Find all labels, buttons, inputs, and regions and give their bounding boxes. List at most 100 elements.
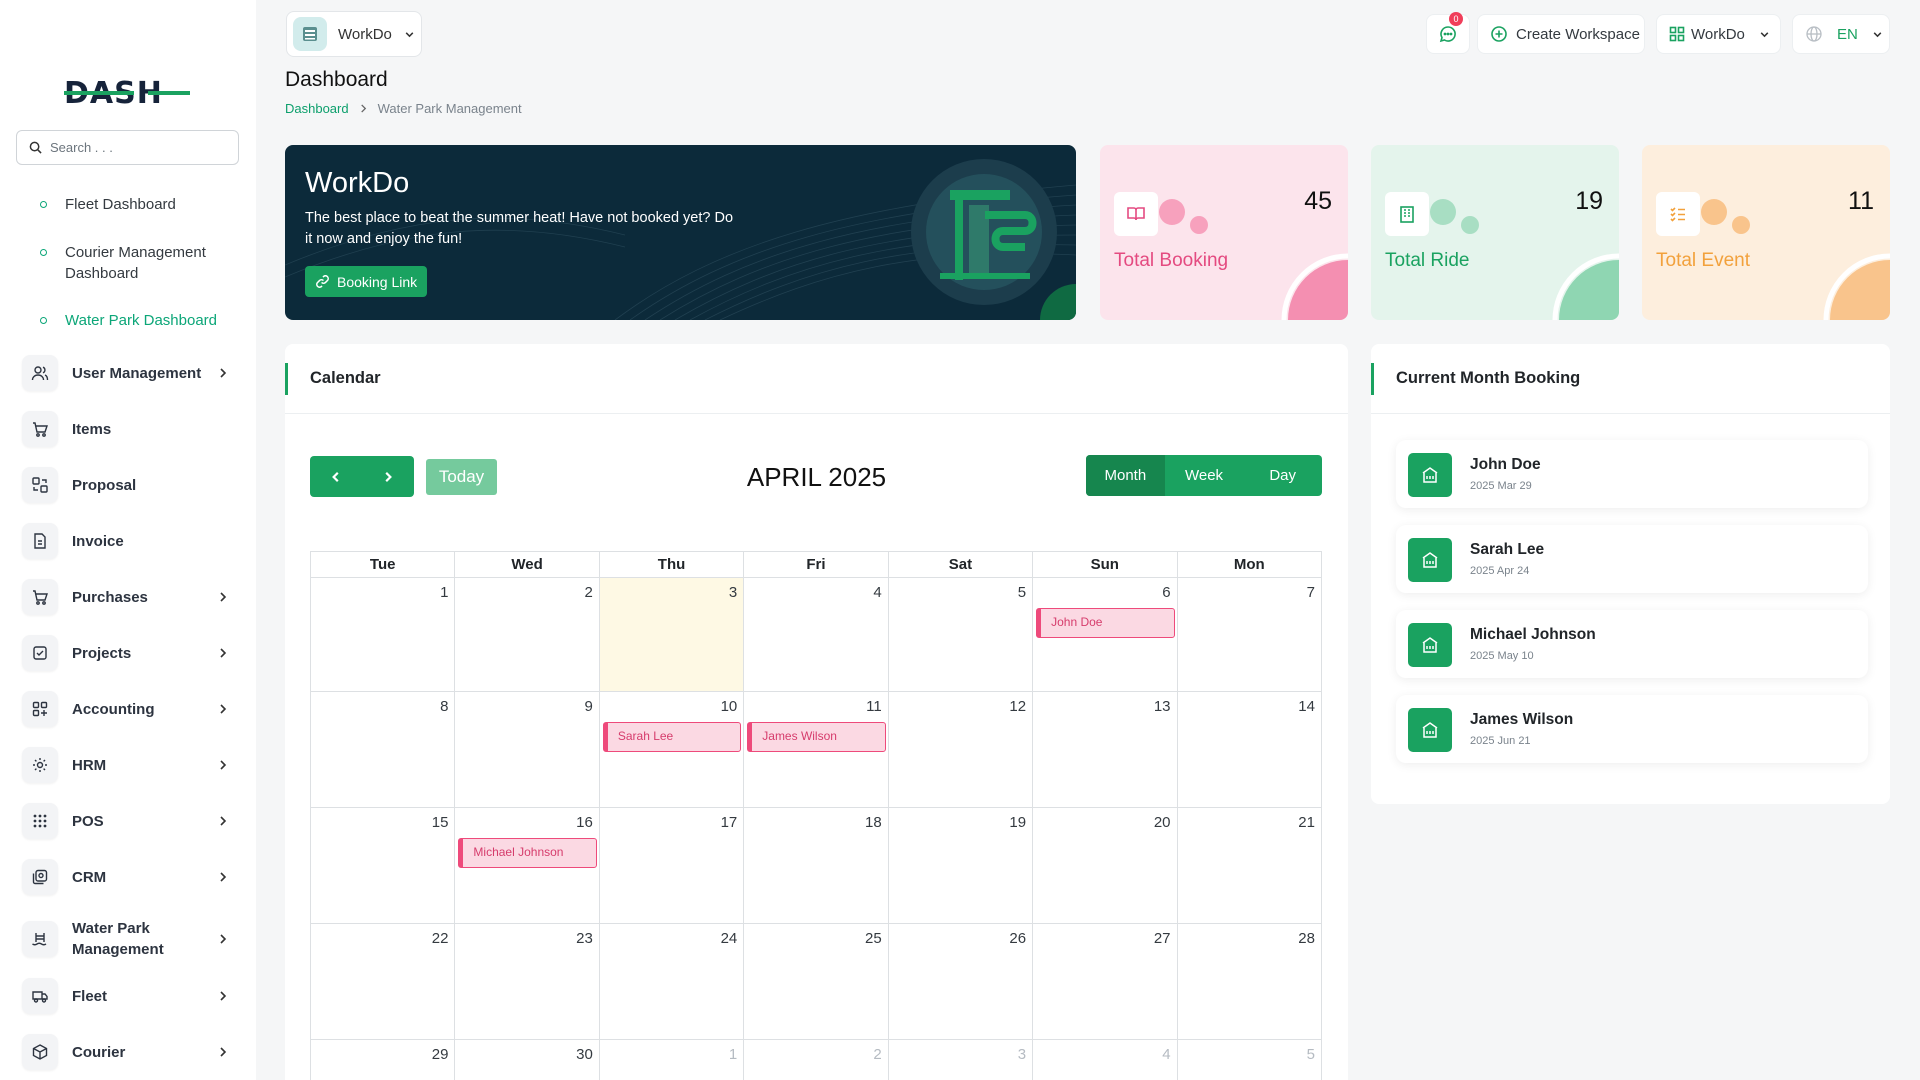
booking-item[interactable]: James Wilson 2025 Jun 21 xyxy=(1396,695,1868,763)
view-month-button[interactable]: Month xyxy=(1086,455,1165,496)
calendar-day[interactable]: 11 James Wilson xyxy=(744,692,889,808)
calendar-day[interactable]: 1 xyxy=(600,1040,745,1080)
calendar-day[interactable]: 18 xyxy=(744,808,889,924)
sidebar-item-proposal[interactable]: Proposal xyxy=(22,465,232,505)
chevron-right-icon xyxy=(385,471,392,482)
dash-logo[interactable]: DASH xyxy=(64,76,190,110)
sidebar-item-label: HRM xyxy=(72,756,107,774)
calendar-nav xyxy=(310,456,414,497)
calendar-day[interactable]: 24 xyxy=(599,924,745,1040)
language-selector[interactable]: EN xyxy=(1792,14,1890,54)
globe-icon xyxy=(1806,26,1822,42)
calendar-day[interactable]: 14 xyxy=(1177,692,1322,808)
calendar-day[interactable]: 10 Sarah Lee xyxy=(599,692,745,808)
calendar-day[interactable]: 25 xyxy=(744,924,889,1040)
sidebar-item-purchases[interactable]: Purchases xyxy=(22,577,232,617)
booking-item[interactable]: John Doe 2025 Mar 29 xyxy=(1396,440,1868,508)
stat-label: Total Booking xyxy=(1114,250,1229,271)
weekday-header: Wed xyxy=(455,552,600,578)
calendar-day[interactable]: 5 xyxy=(888,578,1034,692)
calendar-day[interactable]: 5 xyxy=(1178,1040,1322,1080)
sidebar-item-fleet[interactable]: Fleet xyxy=(22,976,232,1016)
calendar-day[interactable]: 21 xyxy=(1177,808,1322,924)
search-input[interactable] xyxy=(50,140,220,155)
sidebar-item-pos[interactable]: POS xyxy=(22,801,232,841)
list-icon xyxy=(1656,192,1700,236)
weekday-header: Sat xyxy=(888,552,1034,578)
calendar-event[interactable]: James Wilson xyxy=(747,722,886,752)
create-workspace-button[interactable]: Create Workspace xyxy=(1477,14,1645,54)
calendar-day[interactable]: 13 xyxy=(1033,692,1178,808)
sidebar-item-fleet-dashboard[interactable]: Fleet Dashboard xyxy=(40,194,245,215)
calendar-day[interactable]: 1 xyxy=(311,578,456,692)
calendar-day[interactable]: 2 xyxy=(455,578,600,692)
calendar-day[interactable]: 23 xyxy=(455,924,600,1040)
sidebar-search[interactable] xyxy=(16,130,239,165)
calendar-day[interactable]: 3 xyxy=(889,1040,1034,1080)
sidebar-item-invoice[interactable]: Invoice xyxy=(22,521,232,561)
messages-button[interactable]: 0 xyxy=(1426,12,1470,54)
day-number: 14 xyxy=(1298,698,1315,715)
calendar-day[interactable]: 16 Michael Johnson xyxy=(455,808,600,924)
sidebar-item-label: Accounting xyxy=(72,700,155,718)
day-number: 2 xyxy=(584,584,593,601)
calendar-day[interactable]: 26 xyxy=(888,924,1034,1040)
next-month-button[interactable] xyxy=(362,456,414,497)
calendar-day[interactable]: 29 xyxy=(311,1040,456,1080)
sidebar-item-crm[interactable]: CRM xyxy=(22,857,232,897)
bullet-icon xyxy=(40,201,47,208)
bookings-panel: Current Month Booking John Doe 2025 Mar … xyxy=(1371,344,1890,804)
sidebar-item-courier-dashboard[interactable]: Courier Management Dashboard xyxy=(40,242,245,284)
calendar-day[interactable]: 27 xyxy=(1033,924,1178,1040)
calendar-day[interactable]: 19 xyxy=(888,808,1034,924)
calendar-day[interactable]: 2 xyxy=(744,1040,889,1080)
chevron-down-icon xyxy=(1760,31,1769,37)
calendar-event[interactable]: Sarah Lee xyxy=(602,722,742,752)
calendar-day[interactable]: 4 xyxy=(744,578,889,692)
today-button[interactable]: Today xyxy=(426,459,497,495)
calendar-day[interactable]: 20 xyxy=(1033,808,1178,924)
booking-item[interactable]: Sarah Lee 2025 Apr 24 xyxy=(1396,525,1868,593)
booking-item[interactable]: Michael Johnson 2025 May 10 xyxy=(1396,610,1868,678)
calendar-day[interactable]: 22 xyxy=(311,924,456,1040)
sidebar-item-user-management[interactable]: User Management xyxy=(22,353,232,393)
calendar-day[interactable]: 8 xyxy=(311,692,456,808)
bookings-header: Current Month Booking xyxy=(1371,344,1890,414)
chevron-right-icon xyxy=(220,368,227,378)
calendar-event[interactable]: John Doe xyxy=(1036,608,1175,638)
calendar-day[interactable]: 7 xyxy=(1177,578,1322,692)
calendar-day[interactable]: 4 xyxy=(1033,1040,1178,1080)
day-number: 3 xyxy=(1017,1046,1027,1063)
calendar-day-today[interactable]: 3 xyxy=(599,578,745,692)
calendar-day[interactable]: 12 xyxy=(888,692,1034,808)
workspace-switcher[interactable]: WorkDo xyxy=(286,11,422,57)
calendar-day[interactable]: 30 xyxy=(455,1040,600,1080)
calendar-day[interactable]: 9 xyxy=(455,692,600,808)
chevron-right-icon xyxy=(220,872,227,882)
view-week-button[interactable]: Week xyxy=(1165,455,1244,496)
view-day-button[interactable]: Day xyxy=(1243,455,1322,496)
sidebar-item-hrm[interactable]: HRM xyxy=(22,745,232,785)
prev-month-button[interactable] xyxy=(310,456,362,497)
booking-link-button[interactable]: Booking Link xyxy=(305,266,428,297)
calendar-day[interactable]: 15 xyxy=(311,808,456,924)
sidebar-item-items[interactable]: Items xyxy=(22,409,232,449)
sidebar-item-water-park-management[interactable]: Water Park Management xyxy=(22,917,232,961)
breadcrumb-root[interactable]: Dashboard xyxy=(285,101,349,116)
chevron-right-icon xyxy=(220,1047,227,1057)
bullet-icon xyxy=(40,249,47,256)
calendar-event[interactable]: Michael Johnson xyxy=(458,838,597,868)
workspace-menu-button[interactable]: WorkDo xyxy=(1656,14,1781,54)
calendar-day[interactable]: 6 John Doe xyxy=(1033,578,1178,692)
booking-link-label: Booking Link xyxy=(337,273,418,290)
sidebar-item-label: Invoice xyxy=(72,532,124,550)
sidebar-item-courier[interactable]: Courier xyxy=(22,1032,232,1072)
sidebar-item-accounting[interactable]: Accounting xyxy=(22,689,232,729)
sidebar-item-water-park-dashboard[interactable]: Water Park Dashboard xyxy=(40,310,245,331)
day-number: 17 xyxy=(720,814,738,831)
booking-name: Michael Johnson xyxy=(1470,626,1596,643)
day-number: 1 xyxy=(440,584,449,601)
sidebar-item-projects[interactable]: Projects xyxy=(22,633,232,673)
calendar-day[interactable]: 17 xyxy=(599,808,745,924)
calendar-day[interactable]: 28 xyxy=(1177,924,1322,1040)
